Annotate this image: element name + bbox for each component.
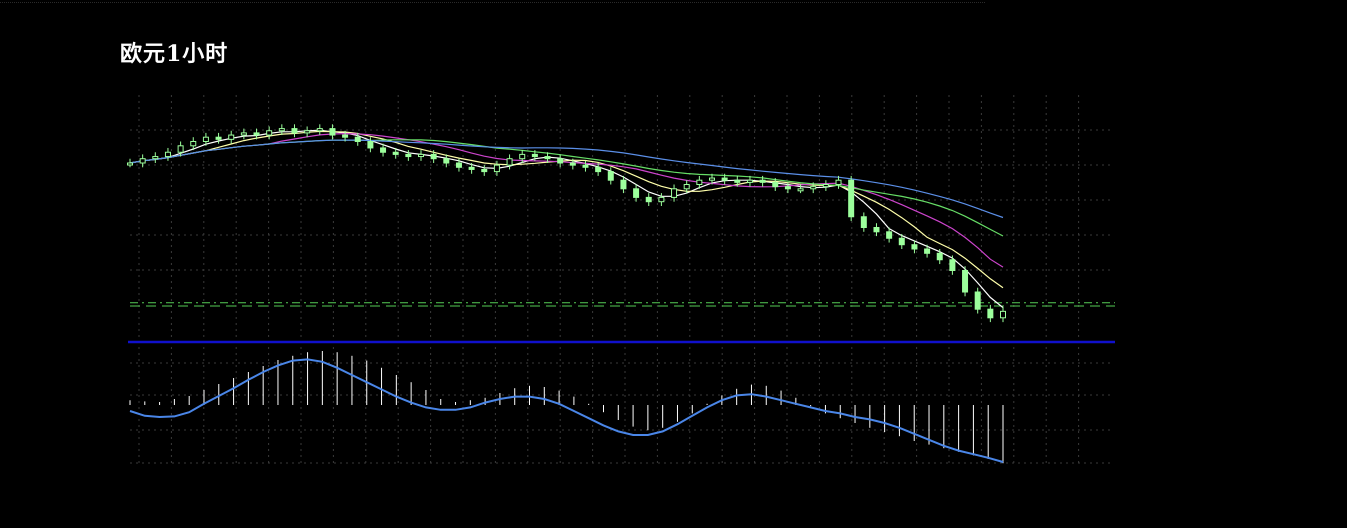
candle-body: [531, 153, 538, 158]
candle-body: [772, 181, 779, 188]
candle-body: [506, 158, 513, 166]
candle-body: [671, 188, 678, 198]
candle-body: [544, 156, 551, 160]
candle-body: [557, 158, 564, 164]
candle-body: [569, 162, 576, 166]
candle-body: [974, 291, 981, 310]
candle-body: [380, 147, 387, 153]
candle-body: [177, 145, 184, 153]
candle-body: [911, 244, 918, 250]
candle-body: [455, 162, 462, 168]
candle-body: [582, 164, 589, 168]
candle-body: [987, 308, 994, 319]
candle-body: [215, 136, 222, 140]
candle-body: [633, 188, 640, 198]
candle-body: [746, 179, 753, 183]
candle-body: [696, 179, 703, 185]
candle-body: [481, 168, 488, 173]
price-chart: [127, 95, 1115, 465]
candle-body: [683, 184, 690, 190]
moving-averages: [129, 129, 1004, 309]
candle-body: [228, 134, 235, 140]
ma-fast-line: [129, 129, 1004, 309]
candle-body: [658, 196, 665, 203]
candle-body: [304, 130, 311, 134]
candle-body: [493, 164, 500, 173]
candle-body: [316, 128, 323, 132]
candle-body: [329, 128, 336, 136]
candle-body: [607, 171, 614, 181]
candle-body: [291, 128, 298, 134]
candle-body: [962, 270, 969, 293]
candle-body: [139, 158, 146, 164]
candle-body: [127, 162, 133, 166]
candle-body: [468, 166, 475, 170]
candle-body: [443, 158, 450, 164]
candle-body: [342, 134, 349, 138]
candle-body: [898, 237, 905, 246]
candle-body: [240, 132, 247, 136]
candle-body: [936, 252, 943, 261]
candle-body: [253, 132, 260, 136]
candle-body: [709, 177, 715, 181]
candle-body: [620, 179, 627, 190]
candle-body: [430, 153, 437, 160]
ma-slow2-line: [129, 139, 1004, 219]
candle-body: [784, 186, 791, 190]
candle-body: [721, 177, 728, 181]
candle-body: [860, 216, 867, 228]
candle-body: [418, 153, 424, 158]
candle-body: [266, 130, 273, 136]
candle-body: [759, 179, 766, 183]
candle-body: [797, 188, 804, 192]
candle-body: [810, 186, 817, 190]
signal-line: [129, 358, 1004, 463]
candle-body: [354, 136, 361, 142]
candle-body: [873, 227, 880, 233]
price-level-lines: [130, 302, 1115, 307]
candle-body: [1000, 310, 1006, 319]
candle-body: [278, 128, 285, 132]
candle-body: [367, 141, 374, 149]
candle-body: [734, 179, 741, 183]
candle-body: [886, 231, 893, 239]
candle-body: [392, 151, 399, 155]
candle-body: [645, 196, 652, 203]
candle-body: [949, 259, 956, 271]
candle-body: [835, 179, 842, 185]
candle-body: [848, 179, 855, 218]
candle-body: [405, 153, 412, 158]
candle-body: [202, 136, 209, 142]
ma-slow-line: [129, 139, 1004, 237]
candle-body: [595, 166, 602, 173]
candle-body: [152, 156, 159, 160]
candle-body: [924, 248, 931, 254]
candles: [127, 124, 1006, 323]
candle-body: [519, 153, 526, 160]
candle-body: [190, 141, 197, 147]
candle-body: [164, 151, 171, 158]
candle-body: [822, 184, 829, 188]
